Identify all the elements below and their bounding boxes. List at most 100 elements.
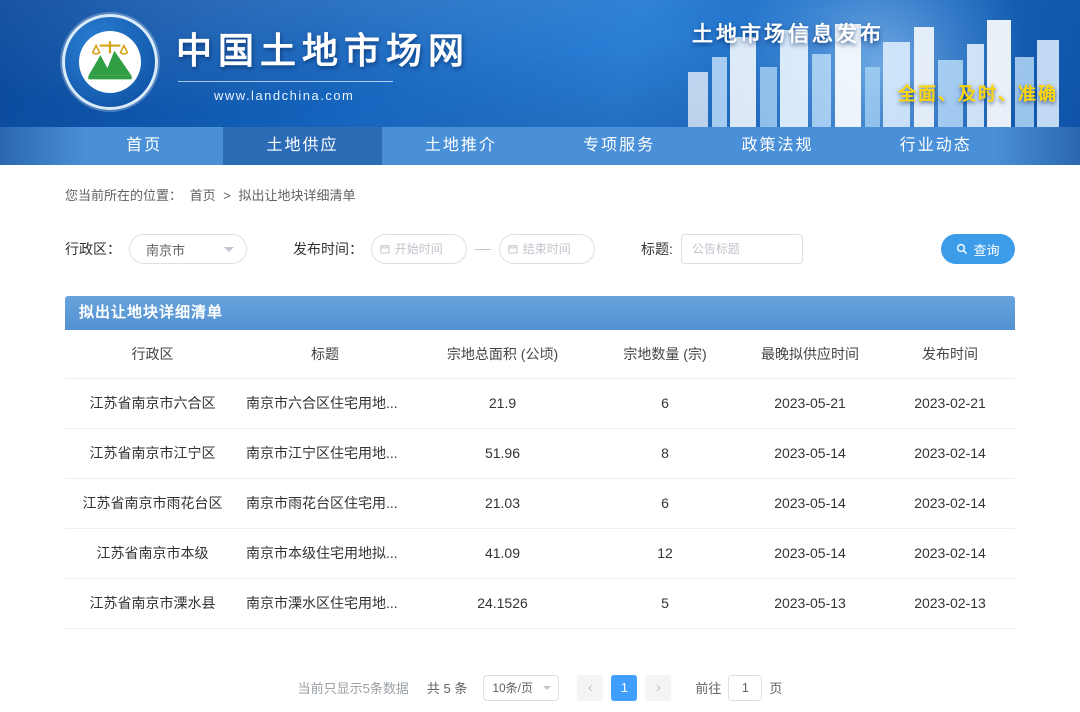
nav-item-5[interactable]: 政策法规 [698, 127, 856, 165]
result-panel: 拟出让地块详细清单 行政区标题宗地总面积 (公顷)宗地数量 (宗)最晚拟供应时间… [65, 296, 1015, 629]
prev-page-button[interactable] [577, 675, 603, 701]
table-cell: 2023-02-13 [885, 578, 1015, 628]
goto-suffix-label: 页 [769, 678, 782, 697]
calendar-icon [508, 243, 518, 255]
table-cell: 南京市溧水区住宅用地... [240, 578, 410, 628]
table-cell: 2023-05-14 [735, 528, 885, 578]
end-date-field[interactable] [499, 234, 595, 264]
table-column-header: 行政区 [65, 330, 240, 378]
brand-text: 中国土地市场网 www.landchina.com [176, 22, 470, 103]
query-button[interactable]: 查询 [941, 234, 1015, 264]
table-column-header: 宗地数量 (宗) [595, 330, 735, 378]
site-brand: 中国土地市场网 www.landchina.com [62, 14, 470, 110]
end-date-input[interactable] [523, 242, 586, 256]
banner-title: 土地市场信息发布 [692, 18, 884, 48]
table-cell: 24.1526 [410, 578, 595, 628]
nav-item-6[interactable]: 行业动态 [857, 127, 1015, 165]
table-cell: 2023-05-13 [735, 578, 885, 628]
breadcrumb-prefix: 您当前所在的位置： [65, 188, 182, 203]
table-cell: 2023-02-21 [885, 378, 1015, 428]
start-date-field[interactable] [371, 234, 467, 264]
table-row[interactable]: 江苏省南京市六合区南京市六合区住宅用地...21.962023-05-21202… [65, 378, 1015, 428]
region-filter-label: 行政区： [65, 239, 121, 259]
site-url: www.landchina.com [176, 88, 470, 103]
table-cell: 51.96 [410, 428, 595, 478]
table-cell: 南京市本级住宅用地拟... [240, 528, 410, 578]
search-icon [956, 243, 968, 255]
nav-item-2[interactable]: 土地供应 [223, 127, 381, 165]
site-title: 中国土地市场网 [176, 22, 470, 74]
date-filter-label: 发布时间： [293, 239, 363, 259]
table-row[interactable]: 江苏省南京市本级南京市本级住宅用地拟...41.09122023-05-1420… [65, 528, 1015, 578]
table-column-header: 最晚拟供应时间 [735, 330, 885, 378]
table-cell: 6 [595, 478, 735, 528]
table-cell: 2023-05-14 [735, 428, 885, 478]
header-banner: 土地市场信息发布 全面、及时、准确 [680, 0, 1080, 127]
chevron-down-icon [224, 247, 234, 257]
table-cell: 2023-02-14 [885, 528, 1015, 578]
filter-bar: 行政区： 南京市 发布时间： 标题: 查询 [65, 234, 1015, 264]
goto-page-control: 前往 页 [695, 675, 782, 701]
pagination-total: 共 5 条 [427, 678, 467, 697]
table-column-header: 标题 [240, 330, 410, 378]
goto-page-input[interactable] [728, 675, 762, 701]
result-table: 行政区标题宗地总面积 (公顷)宗地数量 (宗)最晚拟供应时间发布时间 江苏省南京… [65, 330, 1015, 629]
table-cell: 南京市江宁区住宅用地... [240, 428, 410, 478]
table-row[interactable]: 江苏省南京市江宁区南京市江宁区住宅用地...51.9682023-05-1420… [65, 428, 1015, 478]
table-row[interactable]: 江苏省南京市溧水县南京市溧水区住宅用地...24.152652023-05-13… [65, 578, 1015, 628]
table-cell: 2023-02-14 [885, 428, 1015, 478]
panel-title: 拟出让地块详细清单 [65, 296, 1015, 330]
table-cell: 2023-05-21 [735, 378, 885, 428]
table-cell: 南京市雨花台区住宅用... [240, 478, 410, 528]
site-header: 中国土地市场网 www.landchina.com 土地市场信息发布 全面、及时… [0, 0, 1080, 127]
breadcrumb-home-link[interactable]: 首页 [190, 188, 216, 203]
title-search-field[interactable] [681, 234, 803, 264]
table-row[interactable]: 江苏省南京市雨花台区南京市雨花台区住宅用...21.0362023-05-142… [65, 478, 1015, 528]
table-cell: 6 [595, 378, 735, 428]
next-page-button[interactable] [645, 675, 671, 701]
table-cell: 江苏省南京市江宁区 [65, 428, 240, 478]
table-column-header: 宗地总面积 (公顷) [410, 330, 595, 378]
nav-bar-items: 首页土地供应土地推介专项服务政策法规行业动态 [65, 127, 1015, 165]
pagination-notice: 当前只显示5条数据 [298, 678, 409, 697]
table-cell: 41.09 [410, 528, 595, 578]
pagination: 当前只显示5条数据 共 5 条 10条/页 1 前往 页 [65, 675, 1015, 701]
table-cell: 8 [595, 428, 735, 478]
table-cell: 南京市六合区住宅用地... [240, 378, 410, 428]
page-number-button[interactable]: 1 [611, 675, 637, 701]
table-cell: 江苏省南京市六合区 [65, 378, 240, 428]
start-date-input[interactable] [395, 242, 458, 256]
table-header-row: 行政区标题宗地总面积 (公顷)宗地数量 (宗)最晚拟供应时间发布时间 [65, 330, 1015, 378]
table-cell: 2023-02-14 [885, 478, 1015, 528]
table-column-header: 发布时间 [885, 330, 1015, 378]
chevron-down-icon [543, 686, 551, 694]
page-size-select[interactable]: 10条/页 [483, 675, 559, 701]
nav-item-1[interactable]: 首页 [65, 127, 223, 165]
table-cell: 21.03 [410, 478, 595, 528]
query-button-label: 查询 [973, 240, 999, 259]
table-cell: 2023-05-14 [735, 478, 885, 528]
breadcrumb: 您当前所在的位置： 首页 > 拟出让地块详细清单 [65, 165, 1015, 204]
title-search-input[interactable] [692, 242, 792, 256]
table-cell: 12 [595, 528, 735, 578]
date-range-separator [475, 249, 491, 250]
nav-item-3[interactable]: 土地推介 [382, 127, 540, 165]
banner-subtitle: 全面、及时、准确 [898, 80, 1058, 106]
table-cell: 5 [595, 578, 735, 628]
table-body: 江苏省南京市六合区南京市六合区住宅用地...21.962023-05-21202… [65, 378, 1015, 628]
site-logo[interactable] [62, 14, 158, 110]
table-cell: 江苏省南京市雨花台区 [65, 478, 240, 528]
nav-item-4[interactable]: 专项服务 [540, 127, 698, 165]
main-nav: 首页土地供应土地推介专项服务政策法规行业动态 [0, 127, 1080, 165]
table-cell: 21.9 [410, 378, 595, 428]
calendar-icon [380, 243, 390, 255]
breadcrumb-current: 拟出让地块详细清单 [239, 188, 356, 203]
breadcrumb-separator: > [223, 188, 231, 203]
goto-prefix-label: 前往 [695, 678, 721, 697]
title-divider [178, 81, 393, 82]
title-filter-label: 标题: [641, 239, 673, 259]
logo-emblem-icon [79, 31, 141, 93]
table-cell: 江苏省南京市溧水县 [65, 578, 240, 628]
region-select[interactable]: 南京市 [129, 234, 247, 264]
region-select-value: 南京市 [146, 240, 185, 259]
